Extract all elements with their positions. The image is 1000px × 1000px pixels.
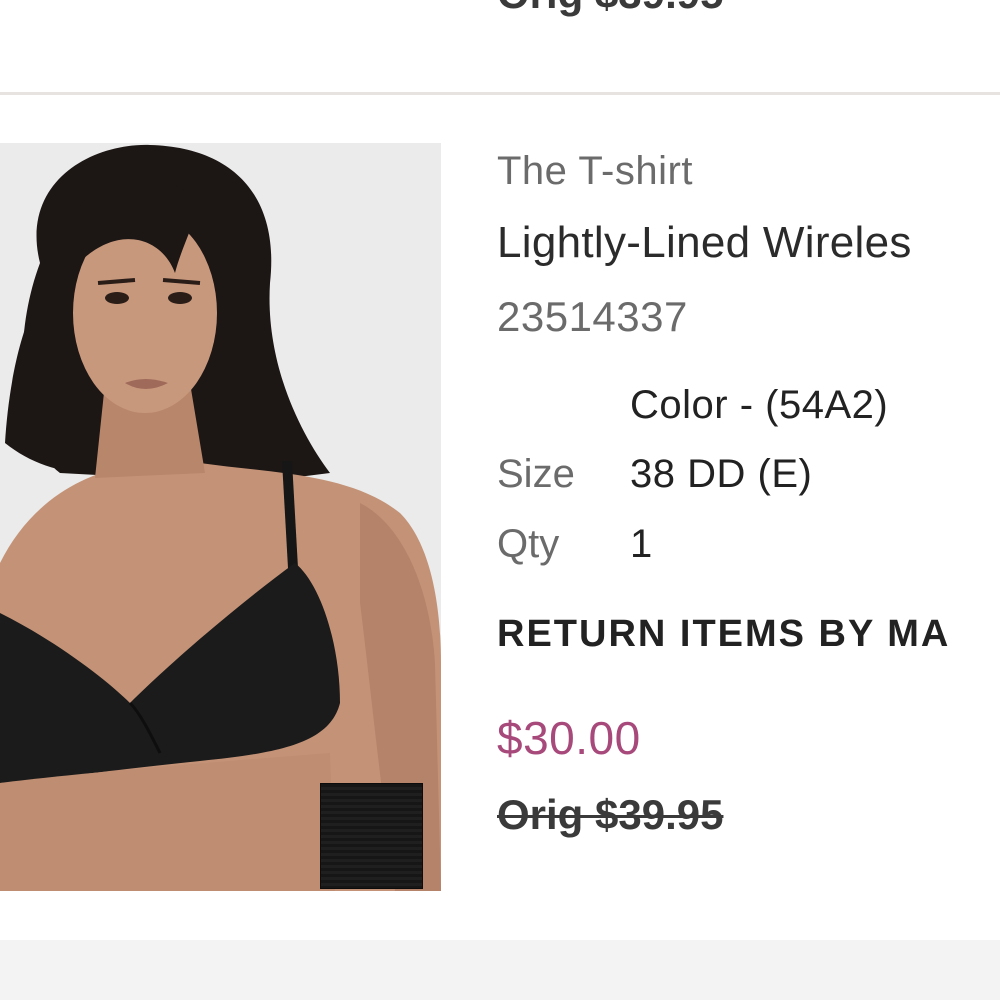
product-collection: The T-shirt [497,149,693,193]
footer-band [0,940,1000,1000]
qty-label: Qty [497,522,560,566]
product-id: 23514337 [497,293,688,340]
color-swatch [320,783,423,889]
item-divider [0,92,1000,95]
size-label: Size [497,452,575,496]
previous-item-orig-price: Orig $39.95 [497,0,723,18]
original-price: Orig $39.95 [497,791,724,838]
qty-value: 1 [630,522,653,566]
return-by-note: RETURN ITEMS BY MA [497,613,951,655]
product-image[interactable] [0,143,441,891]
color-value: Color - (54A2) [630,383,889,427]
product-name[interactable]: Lightly-Lined Wireles [497,218,912,268]
product-photo [0,143,441,891]
sale-price: $30.00 [497,712,641,764]
size-value: 38 DD (E) [630,452,813,496]
